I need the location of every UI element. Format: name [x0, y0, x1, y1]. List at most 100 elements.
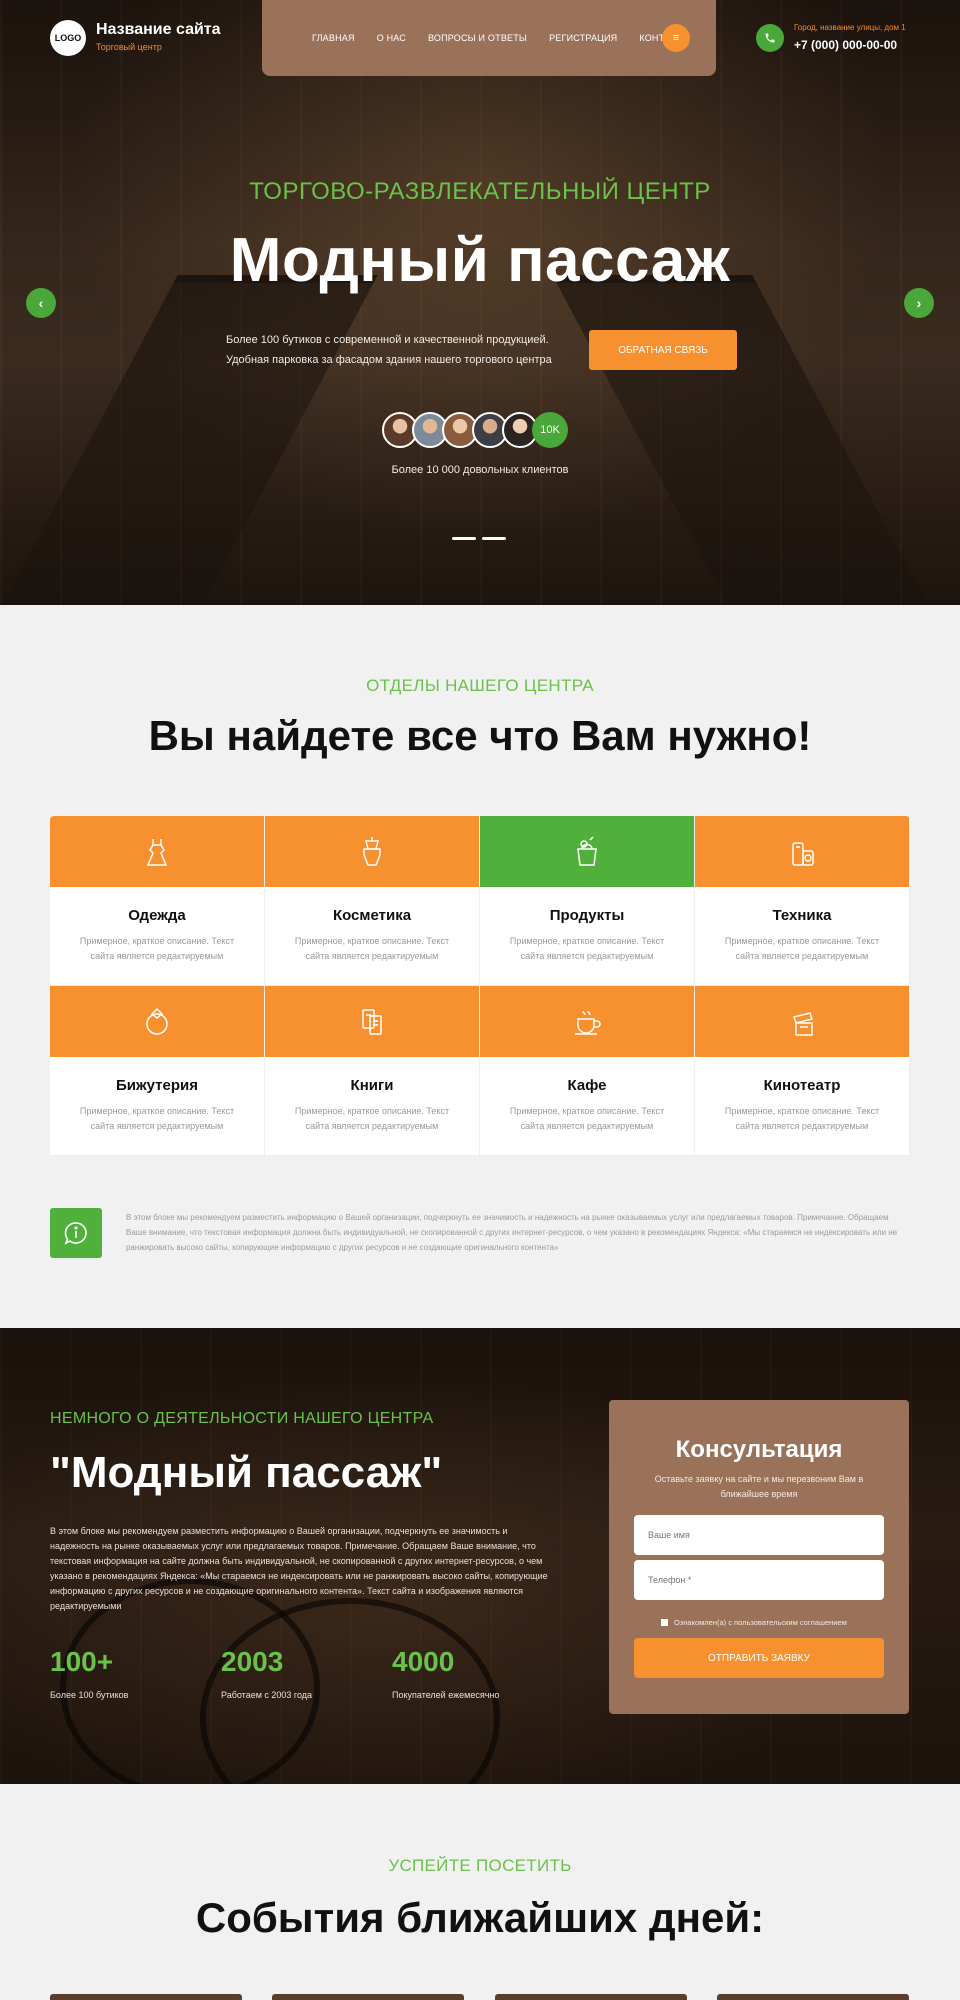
about-description: В этом блоке мы рекомендуем разместить и…	[50, 1526, 548, 1611]
department-description: Примерное, краткое описание. Текст сайта …	[79, 936, 235, 961]
department-icon-band	[480, 816, 694, 887]
hero-title: Модный пассаж	[229, 226, 731, 295]
agreement-checkbox[interactable]: Ознакомлен(а) с пользовательским соглаше…	[661, 1618, 847, 1627]
info-note: В этом блоке мы рекомендуем разместить и…	[126, 1213, 898, 1252]
slider-prev-icon[interactable]: ‹	[26, 288, 56, 318]
clients-caption: Более 10 000 довольных клиентов	[391, 464, 569, 476]
hero-text-line: Удобная парковка за фасадом здания нашег…	[226, 354, 552, 366]
department-card[interactable]: Кинотеатр Примерное, краткое описание. Т…	[695, 986, 910, 1156]
phone-input[interactable]	[634, 1560, 884, 1600]
stat-label: Более 100 бутиков	[50, 1690, 129, 1700]
departments-kicker: ОТДЕЛЫ НАШЕГО ЦЕНТРА	[366, 676, 594, 695]
nav-item-home[interactable]: ГЛАВНАЯ	[312, 33, 355, 43]
name-input[interactable]	[634, 1515, 884, 1555]
department-name: Кинотеатр	[763, 1077, 841, 1094]
event-card[interactable]	[272, 1994, 464, 2000]
hero-kicker: ТОРГОВО-РАЗВЛЕКАТЕЛЬНЫЙ ЦЕНТР	[249, 178, 711, 205]
client-avatars: 10K	[382, 412, 568, 448]
department-name: Продукты	[549, 907, 625, 924]
department-card[interactable]: Продукты Примерное, краткое описание. Те…	[480, 816, 695, 986]
slider-dot[interactable]	[452, 537, 476, 540]
stat-value: 100+	[50, 1646, 114, 1677]
form-title: Консультация	[675, 1436, 843, 1463]
nav-item-about[interactable]: О НАС	[377, 33, 406, 43]
checkbox-box[interactable]	[661, 1619, 668, 1626]
stat-item: 100+ Более 100 бутиков	[50, 1646, 128, 1700]
department-description: Примерное, краткое описание. Текст сайта …	[294, 936, 450, 961]
hero-description: Более 100 бутиков с современной и качест…	[226, 330, 576, 370]
stat-label: Работаем с 2003 года	[221, 1690, 313, 1700]
nav-item-registration[interactable]: РЕГИСТРАЦИЯ	[549, 33, 617, 43]
department-icon-band	[265, 816, 479, 887]
hero-overlay	[0, 0, 960, 605]
site-name[interactable]: Название сайта	[96, 21, 221, 39]
appliances-icon	[792, 841, 814, 866]
department-name: Косметика	[332, 907, 412, 924]
departments-grid: Одежда Примерное, краткое описание. Текс…	[50, 816, 910, 1156]
feedback-button[interactable]: ОБРАТНАЯ СВЯЗЬ	[589, 330, 737, 370]
department-icon-band	[480, 986, 694, 1057]
nav-item-faq[interactable]: ВОПРОСЫ И ОТВЕТЫ	[428, 33, 527, 43]
stat-value: 4000	[392, 1646, 455, 1677]
department-name: Бижутерия	[116, 1077, 198, 1094]
department-icon-band	[265, 986, 479, 1057]
info-icon	[50, 1208, 102, 1258]
form-subtitle: Оставьте заявку на сайте и мы перезвоним…	[654, 1474, 864, 1499]
submit-button[interactable]: ОТПРАВИТЬ ЗАЯВКУ	[634, 1638, 884, 1678]
coffee-icon	[575, 1010, 601, 1035]
stat-label: Покупателей ежемесячно	[392, 1690, 500, 1700]
departments-title: Вы найдете все что Вам нужно!	[148, 712, 812, 759]
hero-text-line: Более 100 бутиков с современной и качест…	[226, 334, 549, 346]
department-name: Кафе	[567, 1077, 607, 1094]
department-description: Примерное, краткое описание. Текст сайта …	[724, 1106, 880, 1131]
department-card[interactable]: Кафе Примерное, краткое описание. Текст с…	[480, 986, 695, 1156]
site-subtitle: Торговый центр	[96, 42, 162, 52]
stat-item: 4000 Покупателей ежемесячно	[392, 1646, 499, 1700]
slider-dot[interactable]	[482, 537, 506, 540]
slider-next-icon[interactable]: ›	[904, 288, 934, 318]
department-icon-band	[695, 816, 909, 887]
phone-icon[interactable]	[756, 24, 784, 52]
cosmetics-icon	[363, 836, 381, 866]
stat-value: 2003	[221, 1646, 284, 1677]
department-card[interactable]: Косметика Примерное, краткое описание. Т…	[265, 816, 480, 986]
client-count-badge: 10K	[532, 412, 568, 448]
slider-dots	[452, 537, 506, 540]
department-description: Примерное, краткое описание. Текст сайта …	[294, 1106, 450, 1131]
department-name: Техника	[772, 907, 832, 924]
department-card[interactable]: Одежда Примерное, краткое описание. Текс…	[50, 816, 265, 986]
stat-item: 2003 Работаем с 2003 года	[221, 1646, 312, 1700]
about-section: НЕМНОГО О ДЕЯТЕЛЬНОСТИ НАШЕГО ЦЕНТРА "Мо…	[0, 1328, 960, 1784]
dress-icon	[146, 838, 168, 866]
event-card[interactable]	[50, 1994, 242, 2000]
department-description: Примерное, краткое описание. Текст сайта …	[724, 936, 880, 961]
groceries-icon	[577, 835, 597, 866]
department-icon-band	[50, 986, 264, 1057]
about-title: "Модный пассаж"	[50, 1448, 443, 1497]
department-description: Примерное, краткое описание. Текст сайта …	[509, 936, 665, 961]
logo[interactable]: LOGO	[50, 20, 86, 56]
main-nav: ГЛАВНАЯ О НАС ВОПРОСЫ И ОТВЕТЫ РЕГИСТРАЦ…	[262, 0, 716, 76]
department-icon-band	[695, 986, 909, 1057]
department-name: Одежда	[128, 907, 186, 924]
department-card[interactable]: Бижутерия Примерное, краткое описание. Т…	[50, 986, 265, 1156]
phone-number[interactable]: +7 (000) 000-00-00	[794, 38, 897, 52]
hero-section: LOGO Название сайта Торговый центр ГЛАВН…	[0, 0, 960, 605]
department-card[interactable]: Техника Примерное, краткое описание. Тек…	[695, 816, 910, 986]
department-icon-band	[50, 816, 264, 887]
about-kicker: НЕМНОГО О ДЕЯТЕЛЬНОСТИ НАШЕГО ЦЕНТРА	[50, 1410, 434, 1427]
address: Город, название улицы, дом 1	[794, 23, 906, 32]
event-card[interactable]	[717, 1994, 909, 2000]
events-kicker: УСПЕЙТЕ ПОСЕТИТЬ	[388, 1856, 572, 1875]
events-title: События ближайших дней:	[195, 1894, 765, 1941]
jewelry-icon	[146, 1007, 168, 1035]
consultation-form: Консультация Оставьте заявку на сайте и …	[609, 1400, 909, 1714]
event-card[interactable]	[495, 1994, 687, 2000]
department-card[interactable]: Книги Примерное, краткое описание. Текст…	[265, 986, 480, 1156]
menu-icon[interactable]: ≡	[662, 24, 690, 52]
department-name: Книги	[350, 1077, 394, 1094]
department-description: Примерное, краткое описание. Текст сайта …	[509, 1106, 665, 1131]
cinema-icon	[793, 1011, 813, 1036]
department-description: Примерное, краткое описание. Текст сайта …	[79, 1106, 235, 1131]
books-icon	[362, 1008, 382, 1035]
